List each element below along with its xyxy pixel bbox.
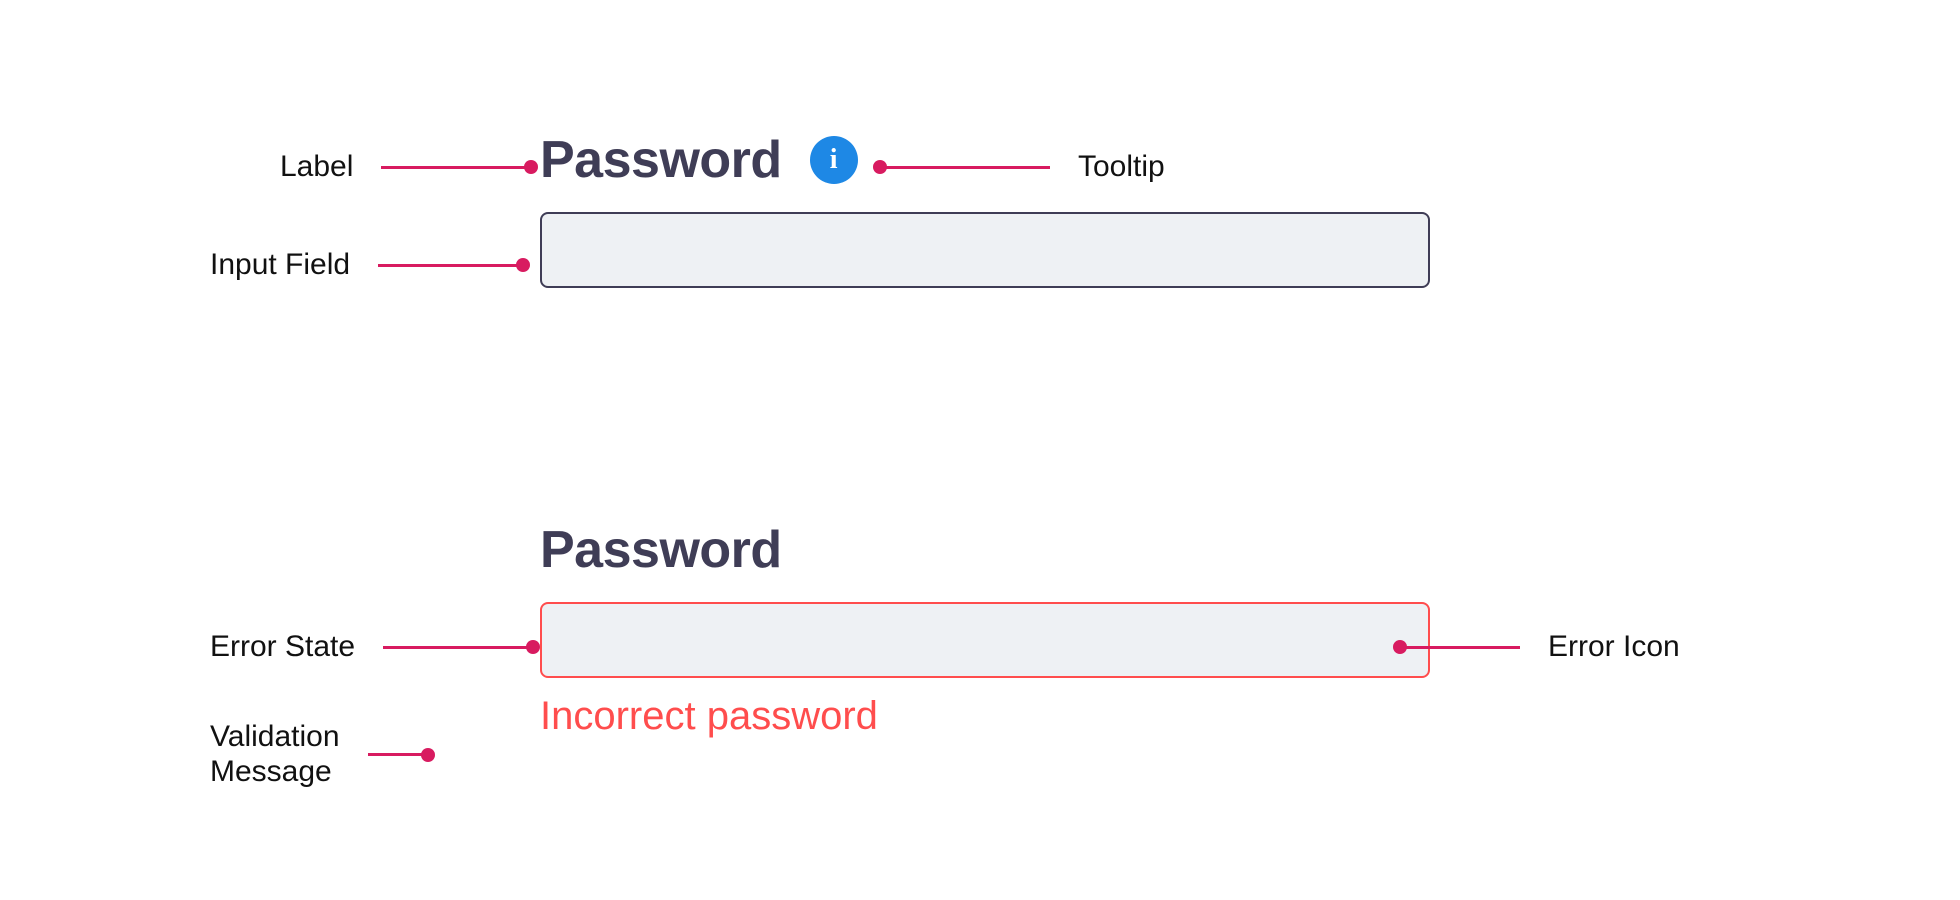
- password-input[interactable]: [540, 212, 1430, 288]
- annotation-label: Label: [280, 150, 531, 184]
- field-label: Password: [540, 130, 782, 190]
- annotation-text-line1: Validation: [210, 720, 340, 755]
- annotation-text-line2: Message: [210, 755, 340, 790]
- annotation-line: [880, 166, 1050, 169]
- info-icon[interactable]: i: [810, 136, 858, 184]
- label-row: Password: [540, 520, 1430, 580]
- annotation-line: [381, 166, 531, 169]
- input-value: [562, 214, 1408, 286]
- password-input-error[interactable]: [540, 602, 1430, 678]
- annotation-text: Tooltip: [1078, 150, 1165, 184]
- diagram-stage: Password i Password Incorrect password L…: [0, 0, 1960, 900]
- annotation-validation-message: Validation Message: [210, 720, 428, 789]
- field-label: Password: [540, 520, 782, 580]
- password-field-error: Password Incorrect password: [540, 520, 1430, 739]
- input-value: [562, 604, 1408, 676]
- annotation-error-icon: Error Icon: [1400, 630, 1680, 664]
- annotation-text: Validation Message: [210, 720, 340, 789]
- annotation-text: Error State: [210, 630, 355, 664]
- annotation-text: Label: [280, 150, 353, 184]
- validation-message: Incorrect password: [540, 694, 1430, 739]
- annotation-error-state: Error State: [210, 630, 533, 664]
- annotation-tooltip: Tooltip: [880, 150, 1165, 184]
- annotation-input-field: Input Field: [210, 248, 523, 282]
- annotation-text: Input Field: [210, 248, 350, 282]
- annotation-line: [383, 646, 533, 649]
- annotation-line: [378, 264, 523, 267]
- annotation-line: [1400, 646, 1520, 649]
- annotation-line: [368, 753, 428, 756]
- annotation-text: Error Icon: [1548, 630, 1680, 664]
